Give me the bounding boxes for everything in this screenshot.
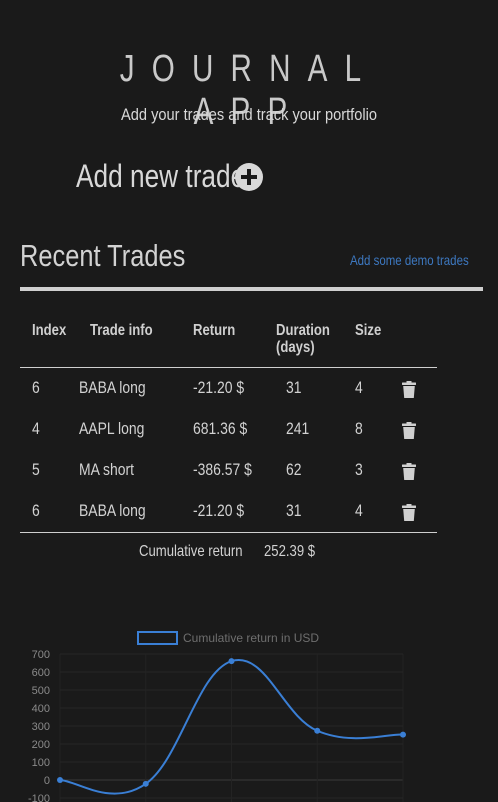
y-tick-label: 100 [32, 757, 50, 769]
trash-icon[interactable] [402, 504, 416, 521]
row-return: -386.57 $ [193, 460, 252, 479]
table-row: 5 MA short -386.57 $ 62 3 [0, 450, 498, 491]
section-divider [20, 287, 483, 291]
chart-legend[interactable]: Cumulative return in USD [137, 631, 319, 645]
legend-swatch [137, 631, 178, 645]
cumulative-return-chart: 700 600 500 400 300 200 100 0 -100 Cumulative re… [28, 631, 406, 802]
y-tick-label: -100 [28, 793, 50, 802]
y-tick-label: 400 [32, 703, 50, 715]
data-point[interactable] [142, 780, 149, 787]
add-trade-label[interactable]: Add new trade [76, 158, 245, 195]
row-size: 4 [355, 378, 363, 397]
header-return: Return [193, 322, 236, 339]
header-duration-unit: (days) [276, 339, 315, 356]
row-trade-info: BABA long [79, 378, 146, 397]
data-point[interactable] [228, 658, 235, 665]
add-demo-trades-link[interactable]: Add some demo trades [350, 252, 469, 268]
data-point[interactable] [57, 777, 63, 783]
add-trade-row[interactable]: Add new trade [76, 158, 263, 195]
table-row: 4 AAPL long 681.36 $ 241 8 [0, 409, 498, 450]
y-tick-label: 200 [32, 739, 50, 751]
row-trade-info: MA short [79, 460, 135, 479]
header-index: Index [32, 322, 67, 339]
row-index: 5 [32, 460, 40, 479]
y-tick-label: 300 [32, 721, 50, 733]
y-tick-label: 700 [32, 649, 50, 661]
row-index: 6 [32, 501, 40, 520]
header-trade-info: Trade info [90, 322, 153, 339]
row-duration: 62 [286, 460, 302, 479]
row-duration: 31 [286, 378, 302, 397]
y-tick-label: 0 [44, 775, 50, 787]
header-size: Size [355, 322, 382, 339]
row-return: -21.20 $ [193, 378, 245, 397]
legend-label: Cumulative return in USD [183, 631, 319, 645]
row-trade-info: BABA long [79, 501, 146, 520]
y-tick-label: 600 [32, 667, 50, 679]
cumulative-return-label: Cumulative return [139, 543, 243, 560]
row-size: 4 [355, 501, 363, 520]
table-row: 6 BABA long -21.20 $ 31 4 [0, 368, 498, 409]
row-return: 681.36 $ [193, 419, 248, 438]
row-size: 3 [355, 460, 363, 479]
row-index: 4 [32, 419, 40, 438]
data-point[interactable] [314, 727, 321, 734]
header-duration: Duration [276, 322, 330, 339]
recent-trades-heading: Recent Trades [20, 238, 186, 273]
trash-icon[interactable] [402, 422, 416, 439]
plus-circle-icon[interactable] [235, 162, 263, 191]
table-row: 6 BABA long -21.20 $ 31 4 [0, 491, 498, 532]
row-duration: 31 [286, 501, 302, 520]
data-point[interactable] [400, 731, 406, 738]
cumulative-return-value: 252.39 $ [264, 543, 316, 560]
trash-icon[interactable] [402, 463, 416, 480]
trash-icon[interactable] [402, 381, 416, 398]
row-duration: 241 [286, 419, 310, 438]
row-trade-info: AAPL long [79, 419, 145, 438]
y-tick-label: 500 [32, 685, 50, 697]
table-footer-divider [20, 532, 437, 533]
app-subtitle: Add your trades and track your portfolio [120, 105, 377, 124]
row-index: 6 [32, 378, 40, 397]
row-size: 8 [355, 419, 363, 438]
row-return: -21.20 $ [193, 501, 245, 520]
